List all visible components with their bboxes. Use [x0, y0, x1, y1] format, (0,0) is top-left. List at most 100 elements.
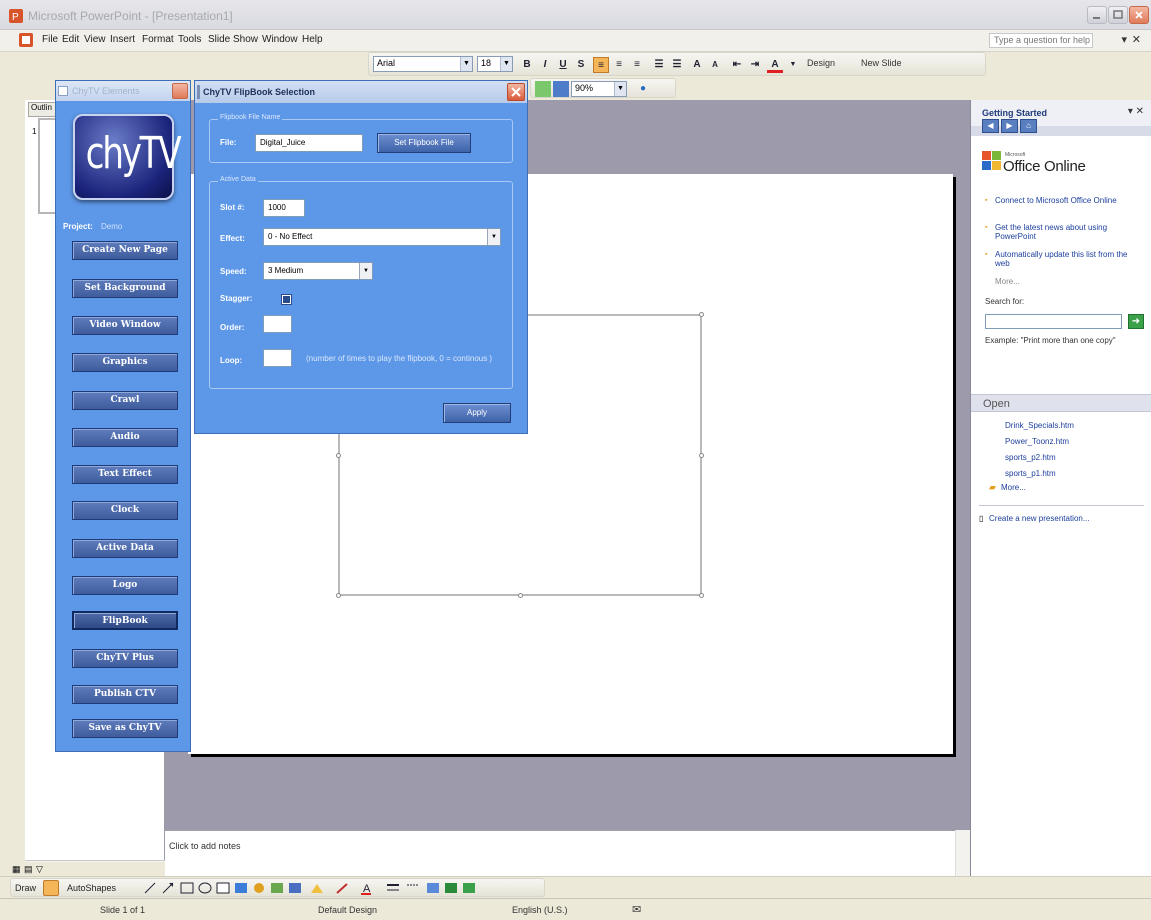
document-icon[interactable]: [18, 32, 34, 48]
logo-button[interactable]: Logo: [72, 576, 178, 595]
link-more[interactable]: More...: [995, 277, 1020, 286]
close-document-icon[interactable]: ✕: [1132, 33, 1141, 46]
italic-button[interactable]: I: [537, 57, 553, 73]
font-color-icon[interactable]: A: [767, 57, 783, 73]
menu-window[interactable]: Window: [262, 34, 298, 45]
active-data-button[interactable]: Active Data: [72, 539, 178, 558]
close-icon[interactable]: [172, 83, 188, 99]
open-file-item[interactable]: sports_p1.htm: [1005, 469, 1056, 478]
clock-button[interactable]: Clock: [72, 501, 178, 520]
zoom-select[interactable]: 90% ▼: [571, 81, 627, 97]
stagger-checkbox[interactable]: [281, 294, 292, 305]
design-button[interactable]: Design: [807, 58, 835, 68]
resize-handle[interactable]: [336, 453, 341, 458]
help-search-input[interactable]: Type a question for help: [989, 33, 1093, 48]
table-icon[interactable]: [553, 81, 569, 97]
stagger-label: Stagger:: [220, 294, 253, 303]
font-size-select[interactable]: 18 ▼: [477, 56, 513, 72]
set-flipbook-file-button[interactable]: Set Flipbook File: [377, 133, 471, 153]
audio-button[interactable]: Audio: [72, 428, 178, 447]
increase-font-icon[interactable]: A: [689, 57, 705, 73]
resize-handle[interactable]: [518, 593, 523, 598]
close-icon[interactable]: [507, 83, 525, 101]
resize-handle[interactable]: [699, 453, 704, 458]
help-icon[interactable]: ●: [635, 81, 651, 97]
home-icon[interactable]: ⌂: [1020, 119, 1037, 133]
open-file-item[interactable]: Power_Toonz.htm: [1005, 437, 1069, 446]
menu-view[interactable]: View: [84, 34, 106, 45]
menu-tools[interactable]: Tools: [178, 34, 201, 45]
flipbook-button[interactable]: FlipBook: [72, 611, 178, 630]
menu-help[interactable]: Help: [302, 34, 323, 45]
order-input[interactable]: [263, 315, 292, 333]
chevron-down-icon: ▼: [500, 57, 512, 71]
close-button[interactable]: [1129, 6, 1149, 24]
menu-file[interactable]: File: [42, 34, 58, 45]
file-name-input[interactable]: Digital_Juice: [255, 134, 363, 152]
select-objects-icon[interactable]: [43, 880, 59, 896]
slot-input[interactable]: 1000: [263, 199, 305, 217]
menu-insert[interactable]: Insert: [110, 34, 135, 45]
menu-edit[interactable]: Edit: [62, 34, 79, 45]
video-window-button[interactable]: Video Window: [72, 316, 178, 335]
link-latest-news[interactable]: Get the latest news about using PowerPoi…: [985, 223, 1145, 241]
decrease-font-icon[interactable]: A: [707, 57, 723, 73]
forward-icon[interactable]: ▶: [1001, 119, 1018, 133]
slide-sorter-icon[interactable]: ▤: [24, 864, 33, 875]
resize-handle[interactable]: [336, 593, 341, 598]
shadow-button[interactable]: S: [573, 57, 589, 73]
normal-view-icon[interactable]: ▦: [12, 864, 21, 875]
graphics-button[interactable]: Graphics: [72, 353, 178, 372]
chytv-plus-button[interactable]: ChyTV Plus: [72, 649, 178, 668]
bullets-icon[interactable]: ☰: [669, 57, 685, 73]
speed-select[interactable]: 3 Medium ▼: [263, 262, 373, 280]
link-connect-office[interactable]: Connect to Microsoft Office Online: [985, 196, 1141, 205]
notes-pane[interactable]: Click to add notes: [165, 830, 970, 876]
open-more-link[interactable]: More...: [1001, 483, 1026, 492]
effect-select[interactable]: 0 - No Effect ▼: [263, 228, 501, 246]
create-new-presentation-link[interactable]: Create a new presentation...: [989, 514, 1090, 523]
numbering-icon[interactable]: ☰: [651, 57, 667, 73]
text-effect-button[interactable]: Text Effect: [72, 465, 178, 484]
loop-input[interactable]: [263, 349, 292, 367]
align-center-icon[interactable]: ≡: [611, 57, 627, 73]
task-pane-search-input[interactable]: [985, 314, 1122, 329]
chart-icon[interactable]: [535, 81, 551, 97]
search-go-icon[interactable]: ➜: [1128, 314, 1144, 329]
slide-show-icon[interactable]: ▽: [36, 864, 43, 875]
decrease-indent-icon[interactable]: ⇤: [729, 57, 745, 73]
publish-ctv-button[interactable]: Publish CTV: [72, 685, 178, 704]
open-file-item[interactable]: Drink_Specials.htm: [1005, 421, 1074, 430]
align-right-icon[interactable]: ≡: [629, 57, 645, 73]
resize-handle[interactable]: [699, 312, 704, 317]
menu-format[interactable]: Format: [142, 34, 174, 45]
save-as-chytv-button[interactable]: Save as ChyTV: [72, 719, 178, 738]
chevron-down-icon[interactable]: ▼: [785, 57, 801, 73]
set-background-button[interactable]: Set Background: [72, 279, 178, 298]
maximize-button[interactable]: [1108, 6, 1128, 24]
underline-button[interactable]: U: [555, 57, 571, 73]
link-auto-update[interactable]: Automatically update this list from the …: [985, 250, 1141, 268]
increase-indent-icon[interactable]: ⇥: [747, 57, 763, 73]
draw-menu-button[interactable]: Draw: [15, 883, 36, 893]
chytv-elements-titlebar[interactable]: ChyTV Elements: [56, 81, 190, 101]
dropdown-icon[interactable]: ▾: [1121, 33, 1127, 46]
autoshapes-menu-button[interactable]: AutoShapes: [67, 883, 116, 893]
flipbook-dialog-titlebar[interactable]: ChyTV FlipBook Selection: [195, 81, 527, 103]
apply-button[interactable]: Apply: [443, 403, 511, 423]
drawing-tools-icons[interactable]: A: [141, 881, 541, 896]
crawl-button[interactable]: Crawl: [72, 391, 178, 410]
back-icon[interactable]: ◀: [982, 119, 999, 133]
task-pane-close-icon[interactable]: ▾ ✕: [1128, 106, 1144, 117]
bold-button[interactable]: B: [519, 57, 535, 73]
notes-scrollbar[interactable]: [955, 830, 970, 876]
open-file-item[interactable]: sports_p2.htm: [1005, 453, 1056, 462]
create-new-page-button[interactable]: Create New Page: [72, 241, 178, 260]
font-select[interactable]: Arial ▼: [373, 56, 473, 72]
align-left-icon[interactable]: ≡: [593, 57, 609, 73]
resize-handle[interactable]: [699, 593, 704, 598]
panel-icon: [58, 86, 68, 96]
menu-slide-show[interactable]: Slide Show: [208, 34, 258, 45]
new-slide-button[interactable]: New Slide: [861, 58, 902, 68]
minimize-button[interactable]: [1087, 6, 1107, 24]
